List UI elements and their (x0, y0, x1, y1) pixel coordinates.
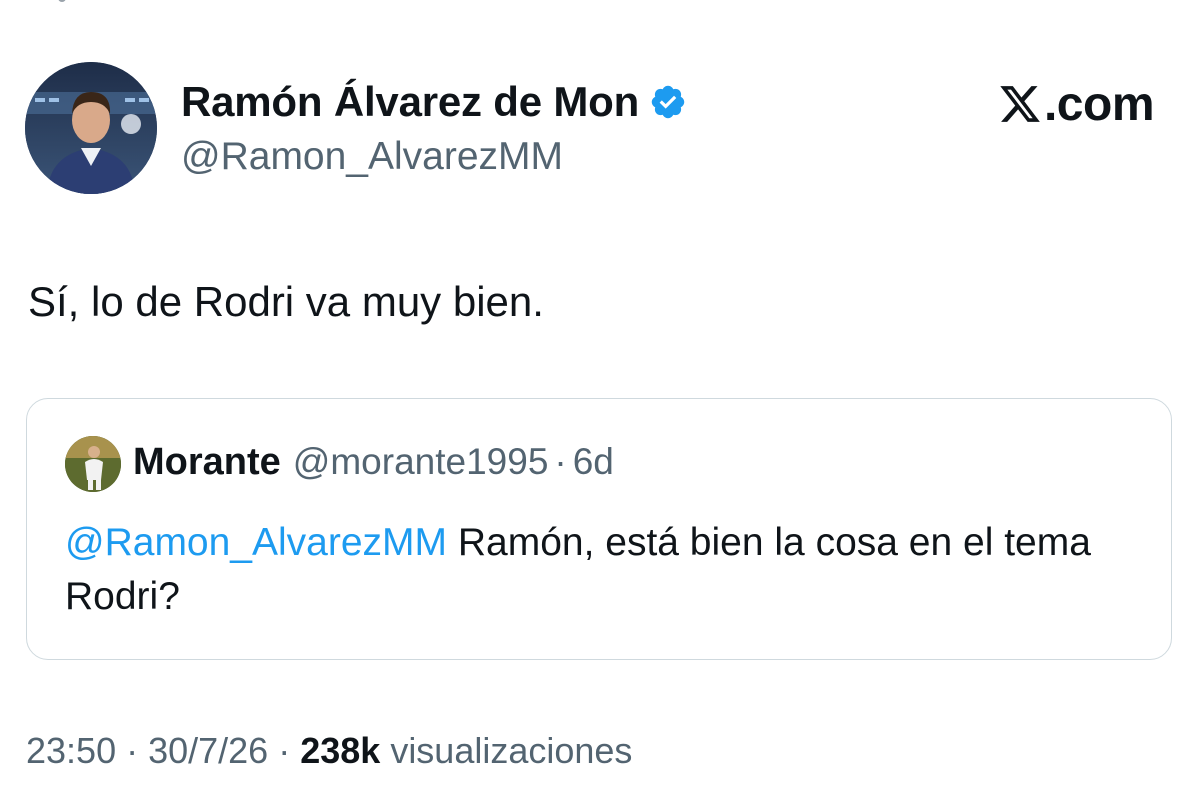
quote-author-name[interactable]: Morante (133, 441, 281, 484)
brand-watermark: .com (998, 77, 1155, 131)
views-label: visualizaciones (390, 730, 633, 771)
meta-separator-2: · (278, 730, 291, 771)
verified-badge-icon (651, 85, 685, 119)
author-handle[interactable]: @Ramon_AlvarezMM (181, 135, 563, 179)
quote-text: @Ramon_AlvarezMM Ramón, está bien la cos… (65, 516, 1145, 624)
tweet-date[interactable]: 30/7/26 (148, 730, 268, 772)
views-count[interactable]: 238k (300, 730, 380, 772)
quote-separator: · (554, 441, 567, 482)
quote-age[interactable]: 6d (573, 441, 614, 483)
x-logo-icon (1000, 86, 1040, 122)
quote-author-handle[interactable]: @morante1995 (293, 441, 549, 483)
quote-author-avatar[interactable] (65, 436, 121, 492)
brand-text: .com (1043, 77, 1155, 131)
quote-author-avatar-image (65, 436, 121, 492)
quoted-tweet-card[interactable]: Morante @morante1995 · 6d @Ramon_Alvarez… (26, 398, 1172, 660)
meta-separator-1: · (126, 730, 139, 771)
author-name-row: Ramón Álvarez de Mon (181, 78, 687, 126)
author-name[interactable]: Ramón Álvarez de Mon (181, 78, 639, 126)
tweet-text: Sí, lo de Rodri va muy bien. (28, 278, 544, 325)
quote-mention-link[interactable]: @Ramon_AlvarezMM (65, 521, 447, 564)
quote-header: Morante @morante1995 · 6d (133, 441, 614, 484)
author-avatar[interactable] (25, 62, 157, 194)
author-avatar-image (25, 62, 157, 194)
tweet-screenshot: Ramón Álvarez de Mon @Ramon_AlvarezMM .c… (0, 0, 1200, 811)
cropped-ui-fragment (58, 0, 66, 2)
tweet-time[interactable]: 23:50 (26, 730, 116, 772)
tweet-meta: 23:50 · 30/7/26 · 238k visualizaciones (26, 730, 632, 772)
